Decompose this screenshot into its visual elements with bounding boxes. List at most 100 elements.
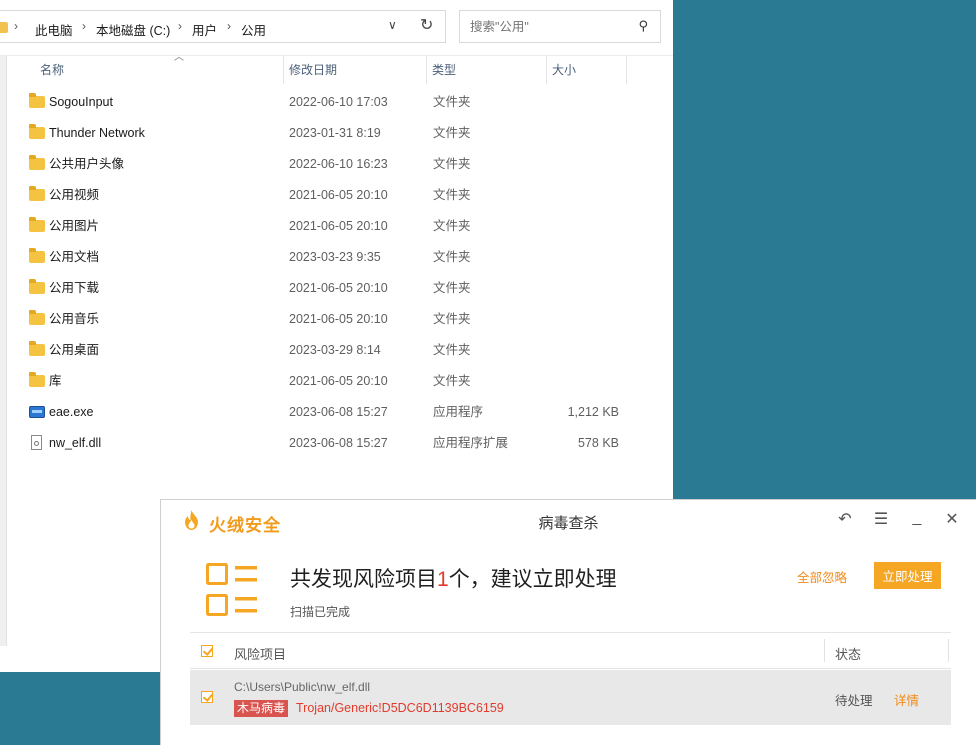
- risk-item-status: 待处理: [835, 694, 873, 708]
- folder-icon: [29, 341, 45, 356]
- file-row[interactable]: 公用下载 2021-06-05 20:10 文件夹: [26, 273, 646, 304]
- file-name: 公用下载: [49, 281, 100, 295]
- details-link[interactable]: 详情: [894, 690, 919, 709]
- file-row[interactable]: SogouInput 2022-06-10 17:03 文件夹: [26, 87, 646, 118]
- file-type: 文件夹: [433, 374, 471, 388]
- file-date: 2023-06-08 15:27: [289, 405, 388, 419]
- file-date: 2022-06-10 17:03: [289, 95, 388, 109]
- file-name: nw_elf.dll: [49, 436, 102, 450]
- file-type: 文件夹: [433, 126, 471, 140]
- folder-icon: [29, 279, 45, 294]
- headline-prefix: 共发现风险项目: [290, 568, 437, 591]
- breadcrumb-local-disk[interactable]: 本地磁盘 (C:): [96, 20, 170, 39]
- folder-icon: [29, 248, 45, 263]
- file-date: 2021-06-05 20:10: [289, 281, 388, 295]
- risk-item-row[interactable]: C:\Users\Public\nw_elf.dll 木马病毒 Trojan/G…: [190, 670, 951, 725]
- file-type: 文件夹: [433, 281, 471, 295]
- file-type: 文件夹: [433, 219, 471, 233]
- file-name: 公共用户头像: [49, 157, 125, 171]
- folder-icon: [29, 310, 45, 325]
- breadcrumb-users[interactable]: 用户: [192, 20, 217, 39]
- file-date: 2021-06-05 20:10: [289, 312, 388, 326]
- dll-icon: [31, 435, 42, 450]
- threat-name: Trojan/Generic!D5DC6D1139BC6159: [296, 701, 504, 715]
- search-icon[interactable]: ⚲: [638, 18, 648, 34]
- file-row[interactable]: 公共用户头像 2022-06-10 16:23 文件夹: [26, 149, 646, 180]
- threat-category-badge: 木马病毒: [234, 700, 289, 717]
- search-box[interactable]: ⚲: [459, 10, 661, 43]
- refresh-icon[interactable]: ↻: [420, 15, 433, 35]
- column-header-date[interactable]: 修改日期: [283, 56, 427, 84]
- menu-icon[interactable]: ☰: [870, 509, 892, 529]
- risk-table-header: 风险项目 状态: [190, 632, 951, 669]
- risk-count: 1: [437, 568, 449, 591]
- file-explorer-window-edge: [0, 646, 160, 672]
- breadcrumb-public[interactable]: 公用: [241, 20, 266, 39]
- file-type: 文件夹: [433, 312, 471, 326]
- file-name: eae.exe: [49, 405, 94, 419]
- scan-status-text: 扫描已完成: [290, 605, 351, 619]
- folder-icon: [29, 186, 45, 201]
- file-row[interactable]: 公用音乐 2021-06-05 20:10 文件夹: [26, 304, 646, 335]
- file-date: 2022-06-10 16:23: [289, 157, 388, 171]
- risk-item-path: C:\Users\Public\nw_elf.dll: [234, 680, 371, 694]
- close-icon[interactable]: ✕: [941, 509, 963, 529]
- column-divider[interactable]: [626, 56, 627, 84]
- file-row[interactable]: 公用桌面 2023-03-29 8:14 文件夹: [26, 335, 646, 366]
- file-type: 文件夹: [433, 343, 471, 357]
- column-header-size[interactable]: 大小: [546, 56, 626, 84]
- file-name: 库: [49, 374, 62, 388]
- file-name: 公用文档: [49, 250, 100, 264]
- folder-icon: [29, 93, 45, 108]
- file-name: SogouInput: [49, 95, 113, 109]
- headline-suffix: 个，建议立即处理: [448, 568, 617, 591]
- file-row[interactable]: 公用文档 2023-03-23 9:35 文件夹: [26, 242, 646, 273]
- file-row[interactable]: 公用视频 2021-06-05 20:10 文件夹: [26, 180, 646, 211]
- file-size: 1,212 KB: [567, 405, 619, 419]
- file-name: 公用视频: [49, 188, 100, 202]
- back-icon[interactable]: ↶: [834, 509, 856, 529]
- column-divider: [824, 639, 825, 662]
- folder-icon: [29, 217, 45, 232]
- file-date: 2021-06-05 20:10: [289, 374, 388, 388]
- select-all-checkbox[interactable]: [201, 645, 213, 657]
- chevron-right-icon: ›: [14, 19, 18, 33]
- dialog-titlebar[interactable]: 火绒安全 病毒查杀 ↶ ☰ _ ✕: [161, 500, 976, 542]
- chevron-right-icon: ›: [178, 19, 182, 33]
- ignore-all-link[interactable]: 全部忽略: [797, 567, 847, 586]
- chevron-down-icon[interactable]: ∨: [388, 18, 397, 32]
- chevron-right-icon: ›: [227, 19, 231, 33]
- file-type: 应用程序: [433, 405, 484, 419]
- file-type: 应用程序扩展: [433, 436, 509, 450]
- chevron-right-icon: ›: [82, 19, 86, 33]
- file-row[interactable]: 公用图片 2021-06-05 20:10 文件夹: [26, 211, 646, 242]
- file-type: 文件夹: [433, 188, 471, 202]
- file-row[interactable]: eae.exe 2023-06-08 15:27 应用程序 1,212 KB: [26, 397, 646, 428]
- column-headers: ︿ 名称 修改日期 类型 大小: [20, 52, 660, 84]
- column-header-type[interactable]: 类型: [426, 56, 546, 84]
- navigation-pane-edge: [0, 56, 7, 646]
- column-divider: [948, 639, 949, 662]
- file-row[interactable]: nw_elf.dll 2023-06-08 15:27 应用程序扩展 578 K…: [26, 428, 646, 459]
- handle-now-button[interactable]: 立即处理: [874, 562, 941, 589]
- exe-icon: [29, 406, 45, 418]
- file-row[interactable]: Thunder Network 2023-01-31 8:19 文件夹: [26, 118, 646, 149]
- address-toolbar: › 此电脑 › 本地磁盘 (C:) › 用户 › 公用 ∨ ↻ ⚲: [0, 0, 673, 56]
- search-input[interactable]: [468, 17, 632, 37]
- file-date: 2023-03-29 8:14: [289, 343, 381, 357]
- folder-icon: [29, 155, 45, 170]
- file-row[interactable]: 库 2021-06-05 20:10 文件夹: [26, 366, 646, 397]
- folder-icon: [0, 22, 8, 33]
- file-size: 578 KB: [577, 436, 619, 450]
- file-name: 公用图片: [49, 219, 100, 233]
- column-header-name[interactable]: 名称: [20, 56, 283, 84]
- file-type: 文件夹: [433, 157, 471, 171]
- column-header-status: 状态: [835, 647, 862, 662]
- minimize-icon[interactable]: _: [906, 509, 928, 527]
- address-bar[interactable]: › 此电脑 › 本地磁盘 (C:) › 用户 › 公用 ∨ ↻: [0, 10, 446, 43]
- risk-item-checkbox[interactable]: [201, 691, 213, 703]
- scan-summary-headline: 共发现风险项目1个，建议立即处理: [290, 563, 617, 593]
- breadcrumb-this-pc[interactable]: 此电脑: [35, 20, 73, 39]
- file-type: 文件夹: [433, 95, 471, 109]
- file-type: 文件夹: [433, 250, 471, 264]
